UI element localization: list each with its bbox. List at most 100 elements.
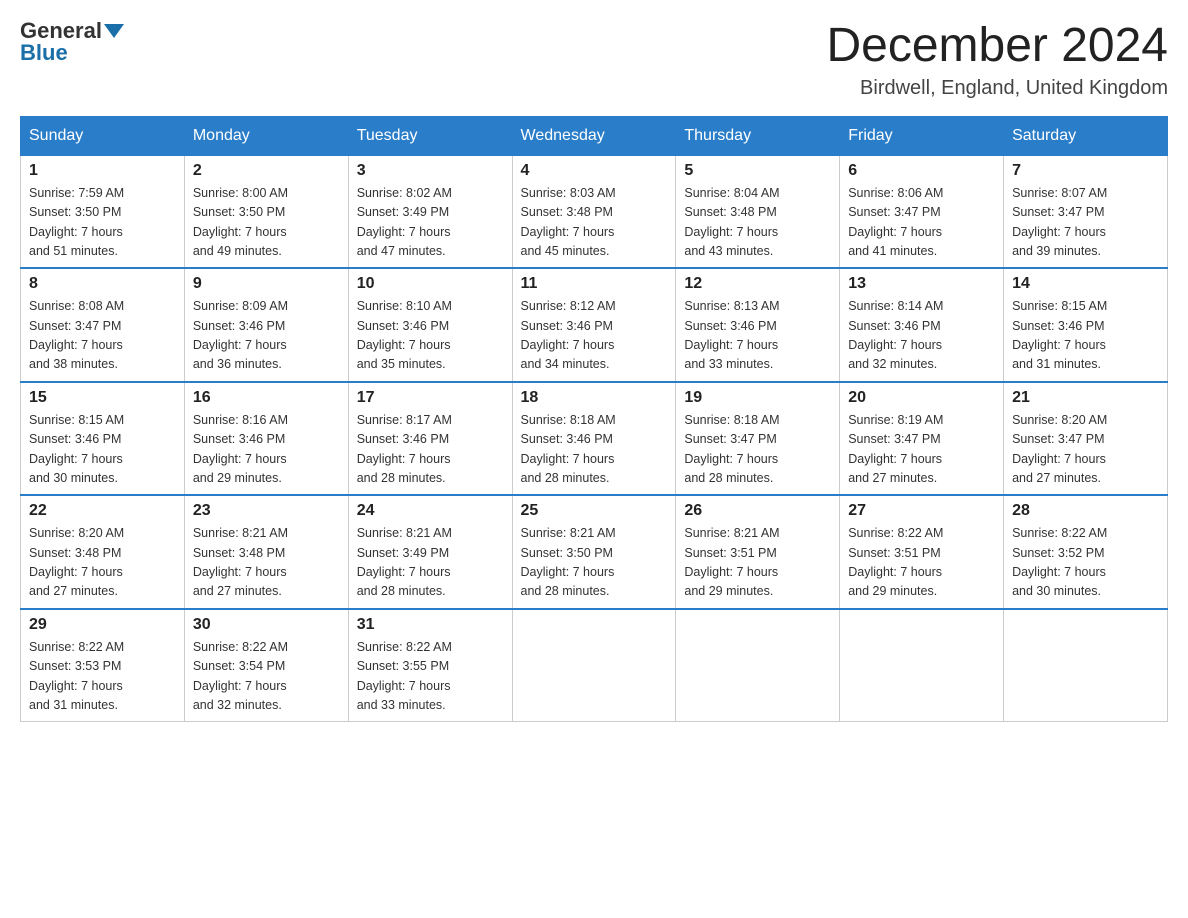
month-title: December 2024: [826, 20, 1168, 73]
calendar-cell: 21Sunrise: 8:20 AMSunset: 3:47 PMDayligh…: [1004, 382, 1168, 496]
day-number: 13: [848, 275, 995, 293]
day-number: 25: [521, 502, 668, 520]
calendar-cell: 4 Sunrise: 8:03 AMSunset: 3:48 PMDaylight…: [512, 155, 676, 268]
day-info: Sunrise: 8:13 AMSunset: 3:46 PMDaylight:…: [684, 297, 831, 375]
day-info: Sunrise: 8:21 AMSunset: 3:50 PMDaylight:…: [521, 524, 668, 602]
calendar-cell: [676, 609, 840, 722]
calendar-cell: 10 Sunrise: 8:10 AMSunset: 3:46 PMDayligh…: [348, 268, 512, 382]
day-number: 6: [848, 162, 995, 180]
calendar-cell: [1004, 609, 1168, 722]
day-number: 28: [1012, 502, 1159, 520]
calendar-cell: 28 Sunrise: 8:22 AMSunset: 3:52 PMDayligh…: [1004, 495, 1168, 609]
day-number: 11: [521, 275, 668, 293]
page-header: General Blue December 2024 Birdwell, Eng…: [20, 20, 1168, 100]
day-number: 4: [521, 162, 668, 180]
calendar-cell: 14Sunrise: 8:15 AMSunset: 3:46 PMDayligh…: [1004, 268, 1168, 382]
day-info: Sunrise: 8:04 AMSunset: 3:48 PMDaylight:…: [684, 184, 831, 262]
calendar-cell: 25 Sunrise: 8:21 AMSunset: 3:50 PMDayligh…: [512, 495, 676, 609]
calendar-cell: 16 Sunrise: 8:16 AMSunset: 3:46 PMDayligh…: [184, 382, 348, 496]
day-number: 27: [848, 502, 995, 520]
logo-triangle-icon: [104, 24, 124, 38]
calendar-header-monday: Monday: [184, 116, 348, 155]
calendar-header-row: SundayMondayTuesdayWednesdayThursdayFrid…: [21, 116, 1168, 155]
calendar-table: SundayMondayTuesdayWednesdayThursdayFrid…: [20, 116, 1168, 723]
day-number: 29: [29, 616, 176, 634]
calendar-week-row: 29 Sunrise: 8:22 AMSunset: 3:53 PMDayligh…: [21, 609, 1168, 722]
day-info: Sunrise: 8:19 AMSunset: 3:47 PMDaylight:…: [848, 411, 995, 489]
day-number: 5: [684, 162, 831, 180]
calendar-cell: 24 Sunrise: 8:21 AMSunset: 3:49 PMDayligh…: [348, 495, 512, 609]
day-number: 26: [684, 502, 831, 520]
day-number: 23: [193, 502, 340, 520]
title-block: December 2024 Birdwell, England, United …: [826, 20, 1168, 100]
day-info: Sunrise: 8:22 AMSunset: 3:55 PMDaylight:…: [357, 638, 504, 716]
day-number: 16: [193, 389, 340, 407]
day-info: Sunrise: 8:20 AMSunset: 3:48 PMDaylight:…: [29, 524, 176, 602]
calendar-cell: 7 Sunrise: 8:07 AMSunset: 3:47 PMDaylight…: [1004, 155, 1168, 268]
calendar-header-tuesday: Tuesday: [348, 116, 512, 155]
day-info: Sunrise: 8:21 AMSunset: 3:48 PMDaylight:…: [193, 524, 340, 602]
day-info: Sunrise: 8:21 AMSunset: 3:49 PMDaylight:…: [357, 524, 504, 602]
day-info: Sunrise: 8:12 AMSunset: 3:46 PMDaylight:…: [521, 297, 668, 375]
day-info: Sunrise: 8:02 AMSunset: 3:49 PMDaylight:…: [357, 184, 504, 262]
calendar-cell: 5 Sunrise: 8:04 AMSunset: 3:48 PMDaylight…: [676, 155, 840, 268]
day-info: Sunrise: 8:18 AMSunset: 3:46 PMDaylight:…: [521, 411, 668, 489]
day-info: Sunrise: 8:20 AMSunset: 3:47 PMDaylight:…: [1012, 411, 1159, 489]
calendar-cell: 17 Sunrise: 8:17 AMSunset: 3:46 PMDayligh…: [348, 382, 512, 496]
calendar-cell: 2Sunrise: 8:00 AMSunset: 3:50 PMDaylight…: [184, 155, 348, 268]
calendar-week-row: 22Sunrise: 8:20 AMSunset: 3:48 PMDayligh…: [21, 495, 1168, 609]
day-info: Sunrise: 8:16 AMSunset: 3:46 PMDaylight:…: [193, 411, 340, 489]
calendar-body: 1 Sunrise: 7:59 AMSunset: 3:50 PMDaylight…: [21, 155, 1168, 722]
calendar-cell: 12 Sunrise: 8:13 AMSunset: 3:46 PMDayligh…: [676, 268, 840, 382]
logo-general-text: General: [20, 20, 102, 42]
day-info: Sunrise: 8:22 AMSunset: 3:53 PMDaylight:…: [29, 638, 176, 716]
logo: General Blue: [20, 20, 124, 64]
day-info: Sunrise: 8:22 AMSunset: 3:52 PMDaylight:…: [1012, 524, 1159, 602]
day-number: 14: [1012, 275, 1159, 293]
calendar-header-wednesday: Wednesday: [512, 116, 676, 155]
day-info: Sunrise: 8:17 AMSunset: 3:46 PMDaylight:…: [357, 411, 504, 489]
calendar-header-saturday: Saturday: [1004, 116, 1168, 155]
calendar-cell: 3 Sunrise: 8:02 AMSunset: 3:49 PMDaylight…: [348, 155, 512, 268]
calendar-cell: 23 Sunrise: 8:21 AMSunset: 3:48 PMDayligh…: [184, 495, 348, 609]
calendar-cell: 27Sunrise: 8:22 AMSunset: 3:51 PMDayligh…: [840, 495, 1004, 609]
day-number: 7: [1012, 162, 1159, 180]
day-info: Sunrise: 8:07 AMSunset: 3:47 PMDaylight:…: [1012, 184, 1159, 262]
calendar-week-row: 8 Sunrise: 8:08 AMSunset: 3:47 PMDaylight…: [21, 268, 1168, 382]
day-info: Sunrise: 8:18 AMSunset: 3:47 PMDaylight:…: [684, 411, 831, 489]
day-number: 17: [357, 389, 504, 407]
calendar-cell: 1 Sunrise: 7:59 AMSunset: 3:50 PMDaylight…: [21, 155, 185, 268]
day-number: 8: [29, 275, 176, 293]
location: Birdwell, England, United Kingdom: [826, 77, 1168, 100]
calendar-cell: 9Sunrise: 8:09 AMSunset: 3:46 PMDaylight…: [184, 268, 348, 382]
day-number: 15: [29, 389, 176, 407]
day-number: 10: [357, 275, 504, 293]
day-number: 20: [848, 389, 995, 407]
day-info: Sunrise: 8:14 AMSunset: 3:46 PMDaylight:…: [848, 297, 995, 375]
day-number: 1: [29, 162, 176, 180]
day-info: Sunrise: 7:59 AMSunset: 3:50 PMDaylight:…: [29, 184, 176, 262]
day-info: Sunrise: 8:15 AMSunset: 3:46 PMDaylight:…: [29, 411, 176, 489]
day-info: Sunrise: 8:08 AMSunset: 3:47 PMDaylight:…: [29, 297, 176, 375]
day-number: 31: [357, 616, 504, 634]
calendar-cell: [840, 609, 1004, 722]
calendar-week-row: 1 Sunrise: 7:59 AMSunset: 3:50 PMDaylight…: [21, 155, 1168, 268]
day-info: Sunrise: 8:03 AMSunset: 3:48 PMDaylight:…: [521, 184, 668, 262]
calendar-week-row: 15 Sunrise: 8:15 AMSunset: 3:46 PMDayligh…: [21, 382, 1168, 496]
calendar-cell: 8 Sunrise: 8:08 AMSunset: 3:47 PMDaylight…: [21, 268, 185, 382]
day-number: 24: [357, 502, 504, 520]
calendar-cell: 29 Sunrise: 8:22 AMSunset: 3:53 PMDayligh…: [21, 609, 185, 722]
day-number: 9: [193, 275, 340, 293]
day-number: 30: [193, 616, 340, 634]
calendar-cell: 22Sunrise: 8:20 AMSunset: 3:48 PMDayligh…: [21, 495, 185, 609]
day-info: Sunrise: 8:00 AMSunset: 3:50 PMDaylight:…: [193, 184, 340, 262]
calendar-header-thursday: Thursday: [676, 116, 840, 155]
day-number: 3: [357, 162, 504, 180]
calendar-header-sunday: Sunday: [21, 116, 185, 155]
day-info: Sunrise: 8:10 AMSunset: 3:46 PMDaylight:…: [357, 297, 504, 375]
day-number: 12: [684, 275, 831, 293]
day-info: Sunrise: 8:22 AMSunset: 3:54 PMDaylight:…: [193, 638, 340, 716]
calendar-cell: 30 Sunrise: 8:22 AMSunset: 3:54 PMDayligh…: [184, 609, 348, 722]
day-number: 19: [684, 389, 831, 407]
day-number: 18: [521, 389, 668, 407]
